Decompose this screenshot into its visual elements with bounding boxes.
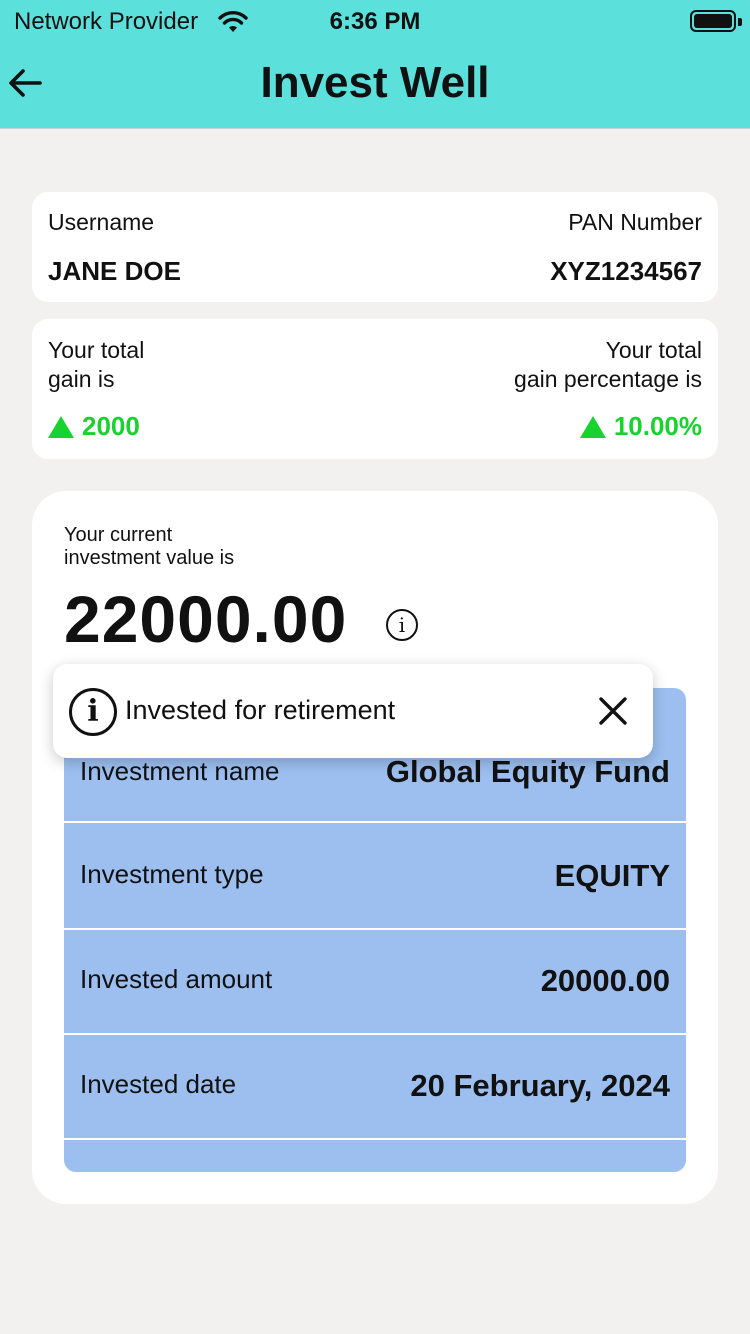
up-triangle-icon — [579, 415, 606, 438]
pan-value: XYZ1234567 — [550, 256, 702, 286]
gains-card: Your total gain is 2000 Your total gain … — [32, 319, 718, 459]
row-value: EQUITY — [554, 858, 670, 893]
current-value-label: Your current investment value is — [64, 524, 235, 569]
table-row: Investment type EQUITY — [64, 825, 686, 930]
app-header: Network Provider 6:36 PM Invest Well — [0, 0, 750, 129]
row-value: 20 February, 2024 — [410, 1068, 670, 1103]
gain-percentage-label: Your total gain percentage is — [514, 337, 702, 392]
battery-icon — [690, 10, 736, 32]
current-investment-value: 22000.00 — [64, 582, 348, 656]
status-time: 6:36 PM — [329, 8, 421, 35]
total-gain-value: 2000 — [48, 411, 140, 442]
row-key: Invested amount — [80, 964, 273, 994]
page-title: Invest Well — [260, 58, 490, 107]
tooltip-text: Invested for retirement — [125, 695, 396, 725]
pan-label: PAN Number — [568, 209, 702, 235]
username-label: Username — [48, 209, 155, 235]
gain-percentage-value: 10.00% — [579, 411, 702, 442]
row-value: 20000.00 — [540, 963, 670, 998]
up-triangle-icon — [48, 415, 74, 438]
row-key: Investment type — [80, 859, 264, 889]
investment-card: Your current investment value is 22000.0… — [32, 491, 718, 1204]
row-key: Investment name — [80, 756, 280, 786]
info-tooltip: i Invested for retirement — [53, 664, 653, 758]
user-info-card: Username JANE DOE PAN Number XYZ1234567 — [32, 192, 718, 302]
row-value: Global Equity Fund — [385, 754, 670, 789]
username-value: JANE DOE — [48, 256, 181, 286]
table-row: Invested amount 20000.00 — [64, 930, 686, 1035]
close-icon[interactable] — [597, 695, 629, 727]
info-icon: i — [69, 688, 117, 736]
total-gain-label: Your total gain is — [48, 337, 145, 392]
investment-details-table: Investment name Global Equity Fund Inves… — [64, 688, 686, 1172]
info-icon[interactable]: i — [386, 609, 418, 641]
status-bar: Network Provider 6:36 PM — [0, 6, 750, 36]
row-key: Invested date — [80, 1069, 237, 1099]
table-row: Invested date 20 February, 2024 — [64, 1035, 686, 1140]
